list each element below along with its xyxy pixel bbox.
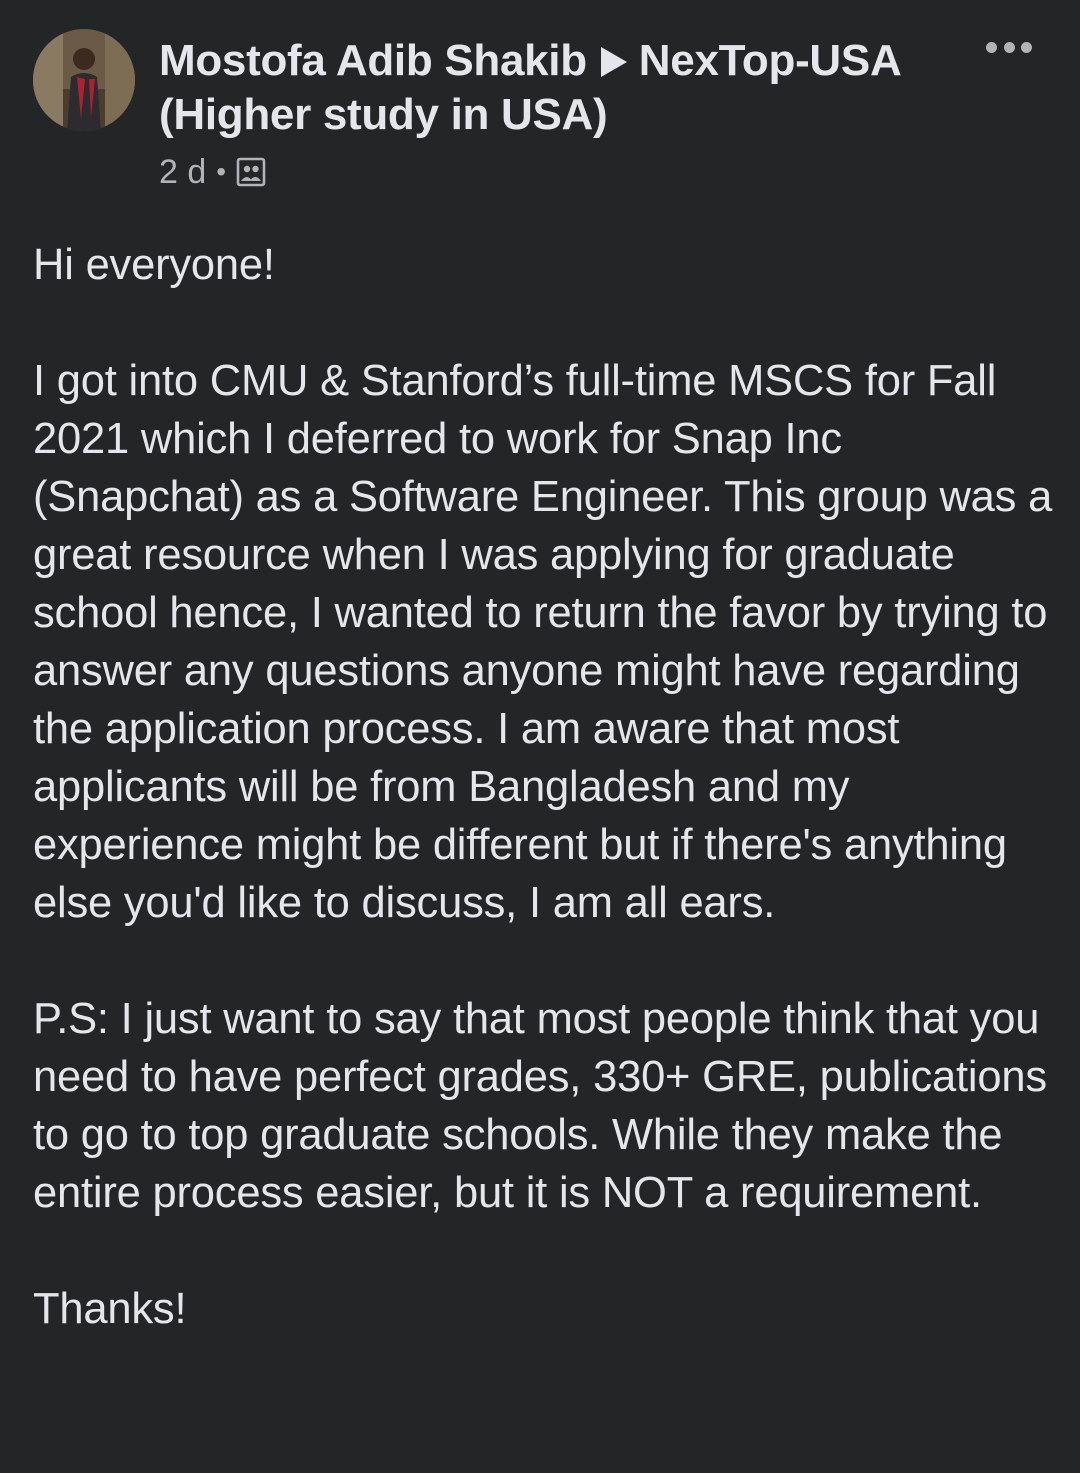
avatar[interactable]	[33, 29, 135, 131]
post-paragraph: Hi everyone!	[33, 241, 275, 289]
arrow-right-icon	[600, 47, 627, 77]
group-name-continued[interactable]: (Higher study in USA)	[159, 90, 608, 139]
more-dot	[1003, 41, 1015, 53]
group-icon	[236, 157, 266, 187]
post-paragraph: I got into CMU & Stanford’s full-time MS…	[33, 357, 1064, 927]
post-body: Hi everyone! I got into CMU & Stanford’s…	[33, 236, 1053, 1338]
post-paragraph: P.S: I just want to say that most people…	[33, 995, 1059, 1217]
meta-separator: •	[216, 156, 227, 187]
more-options-icon[interactable]	[986, 32, 1032, 62]
group-name[interactable]: NexTop-USA	[639, 36, 902, 85]
post-meta: 2 d •	[159, 150, 266, 194]
post-paragraph: Thanks!	[33, 1285, 187, 1333]
post-timestamp[interactable]: 2 d	[159, 153, 206, 192]
post-title: Mostofa Adib Shakib NexTop-USA (Higher st…	[159, 34, 959, 142]
more-dot	[986, 41, 997, 53]
author-name[interactable]: Mostofa Adib Shakib	[159, 36, 587, 85]
more-dot	[1021, 41, 1032, 53]
post-header: Mostofa Adib Shakib NexTop-USA (Higher st…	[0, 0, 1080, 210]
avatar-photo	[33, 29, 135, 131]
